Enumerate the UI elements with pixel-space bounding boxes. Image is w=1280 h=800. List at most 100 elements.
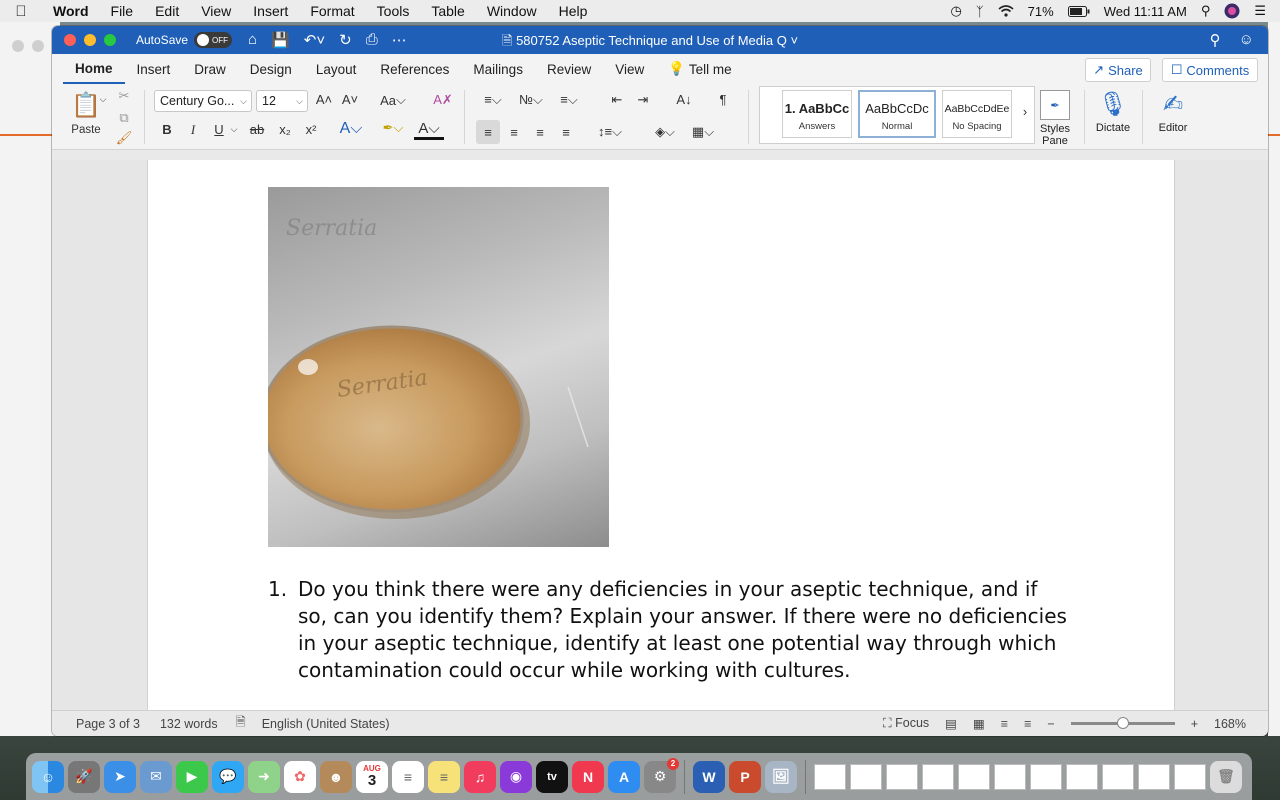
underline-options-chevron-icon[interactable]: ⌵ [228,124,240,135]
share-button[interactable]: ↗ Share [1085,58,1151,82]
menu-table[interactable]: Table [420,3,475,19]
minimize-window-button[interactable] [84,34,96,46]
editor-button[interactable]: ✍ Editor [1148,90,1198,134]
menu-window[interactable]: Window [476,3,548,19]
tab-view[interactable]: View [603,54,656,84]
bold-icon[interactable]: B [156,122,178,137]
menu-app-word[interactable]: Word [42,3,100,19]
change-case-button[interactable]: Aa ⌵ [378,92,408,108]
bullets-icon[interactable]: ≡⌵ [476,92,510,108]
undo-icon[interactable]: ↶˅ [304,31,325,49]
style-no-spacing[interactable]: AaBbCcDdEe No Spacing [942,90,1012,138]
contacts-icon[interactable]: ☻ [320,760,352,793]
text-effects-icon[interactable]: A⌵ [338,120,364,138]
minimized-window-thumb[interactable] [1174,763,1206,790]
sort-icon[interactable]: A↓ [672,92,696,107]
grow-font-icon[interactable]: A˄ [314,92,334,107]
menu-view[interactable]: View [190,3,242,19]
system-preferences-icon[interactable]: ⚙ 2 [644,757,679,793]
tell-me-search[interactable]: 💡 Tell me [656,54,743,84]
minimized-window-thumb[interactable] [1030,763,1062,790]
zoom-slider-thumb[interactable] [1116,717,1129,729]
strikethrough-icon[interactable]: ab [246,122,268,137]
word-count[interactable]: 132 words [160,717,218,731]
style-answers[interactable]: 1. AaBbCc Answers [782,90,852,138]
style-normal[interactable]: AaBbCcDc Normal [858,90,936,138]
home-icon[interactable]: ⌂ [248,31,257,49]
app-store-icon[interactable]: A [608,760,640,793]
multilevel-list-icon[interactable]: ≡⌵ [552,92,586,108]
outline-view-icon[interactable]: ≡ [1001,717,1008,731]
more-icon[interactable]: ⋯ [392,31,407,49]
print-icon[interactable]: ⎙ [366,31,378,49]
font-size-select[interactable]: 12 ⌵ [256,90,308,112]
tab-layout[interactable]: Layout [304,54,369,84]
save-icon[interactable]: 💾 [271,31,290,49]
minimized-window-thumb[interactable] [1102,763,1134,790]
zoom-in-icon[interactable]: + [1191,717,1198,731]
menu-file[interactable]: File [100,3,145,19]
close-window-button[interactable] [64,34,76,46]
battery-icon[interactable] [1067,5,1090,17]
menu-format[interactable]: Format [299,3,365,19]
minimized-window-thumb[interactable] [994,763,1026,790]
powerpoint-app-icon[interactable]: P [729,760,761,793]
reminders-icon[interactable]: ≡ [392,760,424,793]
maps-icon[interactable]: ➜ [248,760,280,793]
shading-icon[interactable]: ◈⌵ [648,120,682,144]
minimized-window-thumb[interactable] [850,763,882,790]
podcasts-icon[interactable]: ◉ [500,760,532,793]
styles-pane-button[interactable]: ✒ Styles Pane [1030,90,1080,147]
tab-home[interactable]: Home [63,54,125,84]
italic-icon[interactable]: I [182,122,204,138]
menu-tools[interactable]: Tools [366,3,421,19]
news-icon[interactable]: N [572,760,604,793]
proofing-icon[interactable]: 🗎 [236,713,246,734]
shrink-font-icon[interactable]: A˅ [340,92,360,107]
menu-help[interactable]: Help [548,3,599,19]
document-title[interactable]: 🗎 580752 Aseptic Technique and Use of Me… [502,32,798,54]
align-left-icon[interactable]: ≡ [476,120,500,144]
decrease-indent-icon[interactable]: ⇤ [606,92,628,108]
align-center-icon[interactable]: ≡ [502,120,526,144]
increase-indent-icon[interactable]: ⇥ [632,92,654,108]
copy-icon[interactable]: ⧉ [114,110,134,126]
borders-icon[interactable]: ▦⌵ [686,120,720,144]
trash-icon[interactable]: 🗑 [1210,760,1242,793]
tab-draw[interactable]: Draw [182,54,238,84]
zoom-window-button[interactable] [104,34,116,46]
clear-formatting-icon[interactable]: A✗ [432,92,454,108]
music-icon[interactable]: ♫ [464,760,496,793]
numbering-icon[interactable]: №⌵ [514,92,548,108]
superscript-icon[interactable]: x² [300,122,322,137]
tab-references[interactable]: References [368,54,461,84]
photos-icon[interactable]: ✿ [284,760,316,793]
autosave-toggle[interactable]: OFF [194,32,233,48]
align-right-icon[interactable]: ≡ [528,120,552,144]
menu-insert[interactable]: Insert [242,3,299,19]
question-item[interactable]: 1. Do you think there were any deficienc… [268,576,1068,684]
line-spacing-icon[interactable]: ↕≡⌵ [592,120,628,144]
word-app-icon[interactable]: W [693,760,725,793]
web-layout-icon[interactable]: ▦ [973,716,985,731]
time-machine-icon[interactable]: ◷ [951,3,962,19]
focus-button[interactable]: ⛶ Focus [883,716,929,731]
zoom-out-icon[interactable]: − [1047,717,1054,731]
account-icon[interactable]: ☺ [1239,31,1254,49]
safari-icon[interactable]: ➤ [104,760,136,793]
language[interactable]: English (United States) [262,717,390,731]
underline-icon[interactable]: U [208,122,230,137]
page-count[interactable]: Page 3 of 3 [76,717,140,731]
dictate-button[interactable]: 🎙 Dictate [1088,90,1138,134]
subscript-icon[interactable]: x₂ [274,122,296,137]
document-canvas[interactable]: Serratia Serratia 1. Do you think there … [52,160,1268,710]
minimized-window-thumb[interactable] [1138,763,1170,790]
messages-icon[interactable]: 💬 [212,760,244,793]
draft-view-icon[interactable]: ≡ [1024,717,1031,731]
preview-app-icon[interactable]: 🖼 [765,760,797,793]
clock[interactable]: Wed 11:11 AM [1104,4,1187,19]
justify-icon[interactable]: ≡ [554,120,578,144]
facetime-icon[interactable]: ▶ [176,760,208,793]
wifi-icon[interactable] [998,5,1014,17]
minimized-window-thumb[interactable] [1066,763,1098,790]
